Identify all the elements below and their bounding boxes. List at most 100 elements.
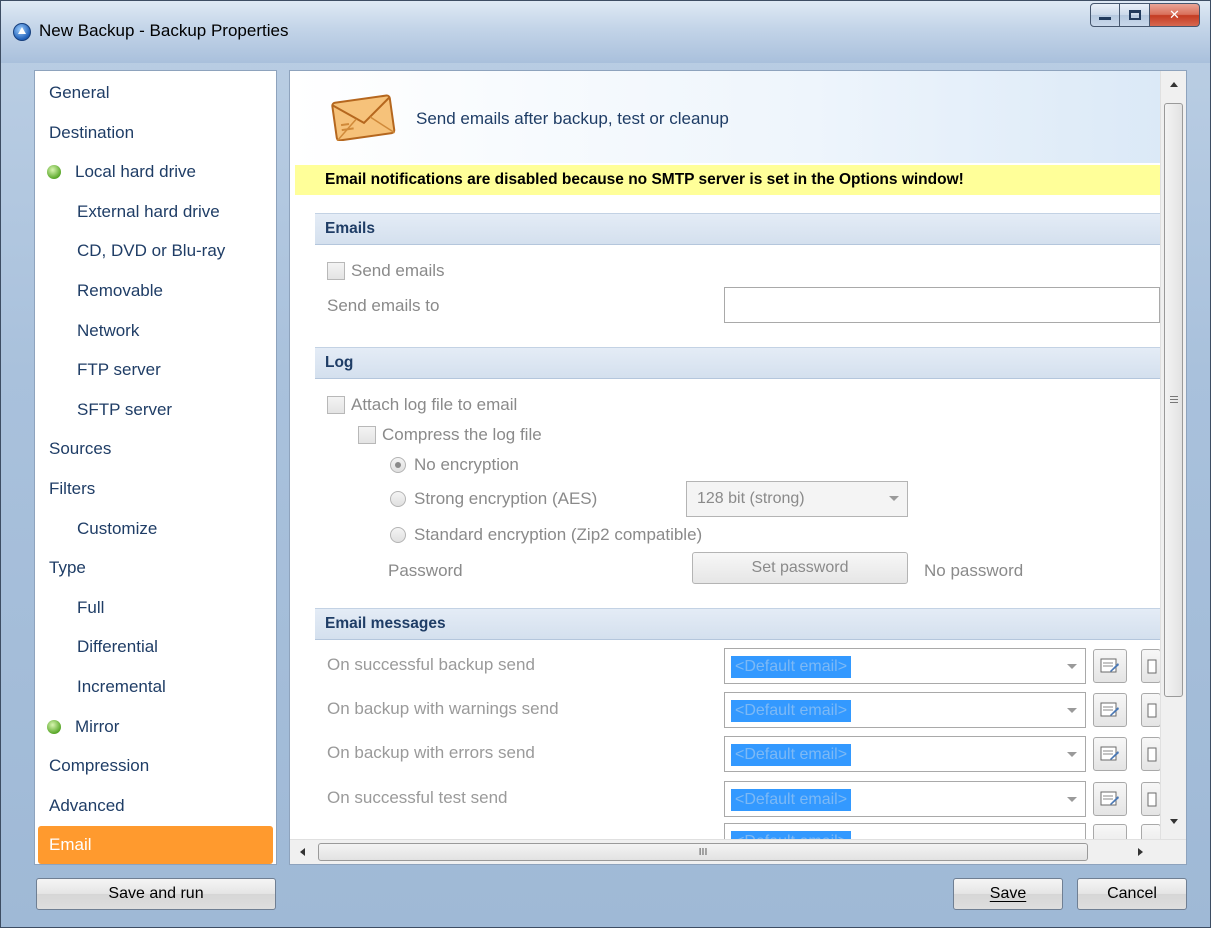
nav-item-sources[interactable]: Sources <box>35 430 276 468</box>
edit-email-button[interactable] <box>1093 649 1127 683</box>
nav-item-local-hard-drive[interactable]: Local hard drive <box>35 153 276 191</box>
new-email-button[interactable] <box>1141 737 1160 771</box>
scroll-up-icon[interactable] <box>1170 82 1178 87</box>
nav-item-label: Filters <box>49 479 96 498</box>
section-emails-header: Emails <box>315 213 1160 245</box>
nav-item-customize[interactable]: Customize <box>35 510 276 548</box>
nav-item-label: General <box>49 83 110 102</box>
message-row-label: On successful backup send <box>327 655 535 674</box>
new-email-icon <box>1147 659 1157 674</box>
window-title: New Backup - Backup Properties <box>39 21 289 40</box>
edit-email-icon <box>1100 746 1119 761</box>
minimize-button[interactable] <box>1090 3 1120 27</box>
edit-email-button[interactable] <box>1093 737 1127 771</box>
edit-email-button[interactable] <box>1093 693 1127 727</box>
backup-properties-window: New Backup - Backup Properties ✕ General… <box>0 0 1211 928</box>
nav-item-incremental[interactable]: Incremental <box>35 668 276 706</box>
standard-encryption-radio[interactable] <box>390 527 406 543</box>
new-email-button[interactable] <box>1141 649 1160 683</box>
nav-item-label: CD, DVD or Blu-ray <box>77 241 226 261</box>
send-to-label: Send emails to <box>327 296 440 315</box>
message-template-select[interactable]: <Default email> <box>724 692 1086 728</box>
nav-item-label: Customize <box>77 518 158 538</box>
nav-item-general[interactable]: General <box>35 74 276 112</box>
nav-item-ftp-server[interactable]: FTP server <box>35 351 276 389</box>
nav-item-label: Network <box>77 320 140 340</box>
horizontal-scroll-thumb[interactable]: III <box>318 843 1088 861</box>
status-green-icon <box>47 165 61 180</box>
horizontal-grip-icon: III <box>698 846 708 858</box>
scroll-left-icon[interactable] <box>300 848 305 856</box>
set-password-button[interactable]: Set password <box>692 552 908 584</box>
edit-email-icon <box>1100 791 1119 806</box>
status-green-icon <box>47 719 61 734</box>
password-label: Password <box>388 561 463 580</box>
nav-item-label: Type <box>49 558 86 578</box>
nav-item-type[interactable]: Type <box>35 549 276 587</box>
vertical-scrollbar[interactable] <box>1160 71 1186 841</box>
new-email-icon <box>1147 747 1157 762</box>
send-to-input[interactable] <box>724 287 1160 323</box>
message-template-select[interactable]: <Default email> <box>724 648 1086 684</box>
message-row-label: On backup with errors send <box>327 743 535 762</box>
nav-item-label: Compression <box>49 756 150 776</box>
content-panel: Send emails after backup, test or cleanu… <box>289 70 1187 865</box>
send-emails-checkbox[interactable] <box>327 262 345 280</box>
no-encryption-row[interactable]: No encryption <box>390 453 519 477</box>
cancel-button[interactable]: Cancel <box>1077 878 1187 910</box>
nav-item-full[interactable]: Full <box>35 589 276 627</box>
message-template-value: <Default email> <box>731 656 852 678</box>
chevron-down-icon <box>1067 797 1077 802</box>
scroll-right-icon[interactable] <box>1138 848 1143 856</box>
vertical-scroll-thumb[interactable] <box>1164 103 1183 697</box>
caption-buttons: ✕ <box>1090 3 1200 27</box>
nav-item-destination[interactable]: Destination <box>35 114 276 152</box>
edit-email-button[interactable] <box>1093 782 1127 816</box>
nav-item-label: Email <box>49 835 92 855</box>
smtp-warning-banner: Email notifications are disabled because… <box>295 165 1160 195</box>
attach-log-row[interactable]: Attach log file to email <box>327 393 517 417</box>
nav-item-label: Full <box>77 597 105 617</box>
new-email-button[interactable] <box>1141 782 1160 816</box>
nav-item-removable[interactable]: Removable <box>35 272 276 310</box>
password-status: No password <box>924 561 1024 580</box>
attach-log-checkbox[interactable] <box>327 396 345 414</box>
maximize-button[interactable] <box>1120 3 1150 27</box>
aes-bits-select[interactable]: 128 bit (strong) <box>686 481 908 517</box>
compress-log-row[interactable]: Compress the log file <box>358 423 542 447</box>
nav-item-network[interactable]: Network <box>35 312 276 350</box>
nav-item-label: Removable <box>77 281 163 300</box>
save-and-run-button[interactable]: Save and run <box>36 878 276 910</box>
nav-item-compression[interactable]: Compression <box>35 747 276 785</box>
new-email-icon <box>1147 792 1157 807</box>
send-emails-row[interactable]: Send emails <box>327 259 445 283</box>
scroll-down-icon[interactable] <box>1170 819 1178 824</box>
nav-item-cd-dvd-or-blu-ray[interactable]: CD, DVD or Blu-ray <box>35 232 276 270</box>
no-encryption-radio[interactable] <box>390 457 406 473</box>
save-button[interactable]: Save <box>953 878 1063 910</box>
send-emails-label: Send emails <box>351 261 445 280</box>
nav-item-differential[interactable]: Differential <box>35 628 276 666</box>
nav-item-mirror[interactable]: Mirror <box>35 708 276 746</box>
nav-item-sftp-server[interactable]: SFTP server <box>35 391 276 429</box>
horizontal-scrollbar[interactable]: III <box>290 839 1186 864</box>
section-email-messages-header: Email messages <box>315 608 1160 640</box>
nav-item-filters[interactable]: Filters <box>35 470 276 508</box>
standard-encryption-row[interactable]: Standard encryption (Zip2 compatible) <box>390 523 702 547</box>
chevron-down-icon <box>1067 664 1077 669</box>
maximize-icon <box>1128 10 1141 20</box>
message-template-select[interactable]: <Default email> <box>724 736 1086 772</box>
compress-log-checkbox[interactable] <box>358 426 376 444</box>
message-template-select[interactable]: <Default email> <box>724 781 1086 817</box>
nav-item-email[interactable]: Email <box>38 826 273 865</box>
nav-item-external-hard-drive[interactable]: External hard drive <box>35 193 276 231</box>
title-bar[interactable]: New Backup - Backup Properties ✕ <box>1 1 1210 63</box>
nav-item-advanced[interactable]: Advanced <box>35 787 276 825</box>
close-button[interactable]: ✕ <box>1150 3 1200 27</box>
strong-encryption-radio[interactable] <box>390 491 406 507</box>
new-email-button[interactable] <box>1141 693 1160 727</box>
grip-icon-middle <box>1170 399 1178 400</box>
compress-log-label: Compress the log file <box>382 425 542 444</box>
nav-item-label: Mirror <box>75 716 120 736</box>
strong-encryption-row[interactable]: Strong encryption (AES) <box>390 487 597 511</box>
